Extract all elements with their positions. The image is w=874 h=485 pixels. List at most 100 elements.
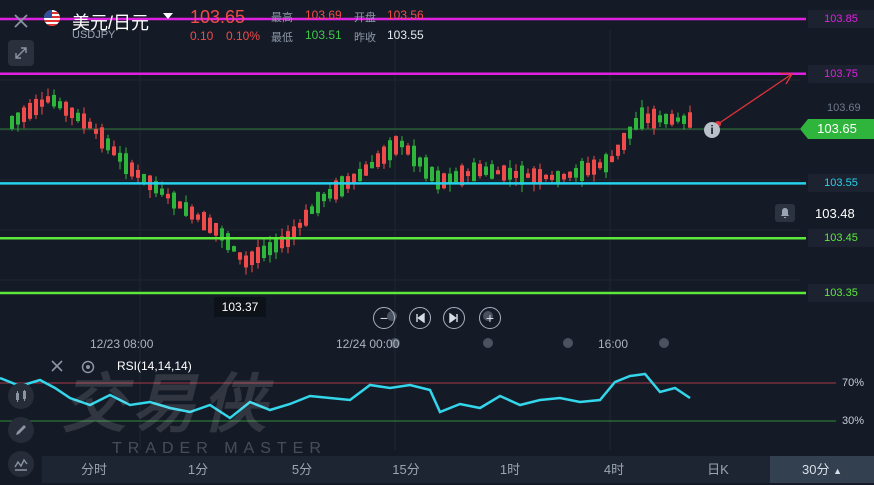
candle (442, 172, 446, 190)
chevron-down-icon[interactable] (163, 13, 173, 19)
candle (250, 250, 254, 273)
level-price-label: 103.45 (808, 229, 874, 248)
candle (436, 166, 440, 194)
candle (598, 158, 602, 170)
candle (76, 108, 80, 123)
level-price-label: 103.35 (808, 284, 874, 302)
candle (682, 113, 686, 130)
skip-back-button[interactable] (409, 307, 431, 329)
rsi-settings-button[interactable] (80, 359, 96, 380)
candle (358, 161, 362, 182)
candle (292, 219, 296, 246)
tab-30min[interactable]: 30分 ▲ (770, 456, 874, 483)
tab-1hour[interactable]: 1时 (458, 456, 562, 483)
candle (364, 161, 368, 176)
candle (256, 239, 260, 269)
event-marker[interactable] (483, 338, 493, 348)
candle (304, 204, 308, 228)
candle (634, 111, 638, 131)
close-icon (51, 360, 63, 372)
tab-1min[interactable]: 1分 (146, 456, 250, 483)
event-marker[interactable] (563, 338, 573, 348)
tab-5min[interactable]: 5分 (250, 456, 354, 483)
tab-daily[interactable]: 日K (666, 456, 770, 483)
candle (238, 252, 242, 265)
close-button[interactable] (8, 8, 34, 34)
rsi-lower-label: 30% (842, 415, 865, 427)
candle (22, 105, 26, 129)
candle (658, 110, 662, 128)
candle (196, 212, 200, 223)
time-axis-label: 12/24 00:00 (336, 337, 400, 351)
candle (280, 228, 284, 253)
candle (430, 166, 434, 185)
candle (178, 200, 182, 209)
event-marker[interactable] (659, 338, 669, 348)
candle (478, 159, 482, 179)
zoom-in-icon: + (485, 310, 495, 326)
candle (424, 154, 428, 182)
tab-4hour[interactable]: 4时 (562, 456, 666, 483)
candlestick-tool-button[interactable] (8, 383, 34, 409)
candle (502, 164, 506, 184)
candle (268, 235, 272, 263)
candle (628, 126, 632, 145)
candle (592, 155, 596, 182)
candle (310, 203, 314, 215)
info-icon[interactable]: i (704, 122, 720, 138)
draw-tool-button[interactable] (8, 417, 34, 443)
level-price-label: 103.85 (808, 10, 874, 28)
indicator-icon (14, 458, 28, 471)
candle (610, 150, 614, 163)
candle (340, 175, 344, 198)
alert-button[interactable] (775, 204, 795, 222)
candle (376, 150, 380, 169)
candle (244, 251, 248, 275)
candle (148, 174, 152, 198)
last-price: 103.65 (190, 7, 246, 27)
skip-forward-icon (449, 313, 458, 323)
close-rsi-button[interactable] (50, 359, 64, 378)
pencil-icon (16, 425, 26, 435)
chevron-up-icon: ▲ (833, 466, 842, 476)
tab-timeshare[interactable]: 分时 (42, 456, 146, 483)
candle (544, 173, 548, 182)
candlestick-icon (16, 390, 26, 402)
candle (670, 109, 674, 127)
candle (472, 158, 476, 182)
trend-arrow[interactable] (717, 73, 793, 125)
candle (40, 92, 44, 115)
candle (526, 168, 530, 179)
candle (334, 177, 338, 203)
candle (166, 188, 170, 204)
candle (382, 144, 386, 169)
close-icon (14, 14, 28, 28)
candle (664, 113, 668, 128)
candle (466, 168, 470, 184)
candle (562, 172, 566, 183)
zoom-out-button[interactable]: − (373, 307, 395, 329)
candle (676, 112, 680, 124)
candle (232, 245, 236, 253)
candlestick-series (10, 88, 692, 275)
candle (448, 167, 452, 192)
candle (328, 184, 332, 202)
candle (556, 170, 560, 188)
zoom-in-button[interactable]: + (479, 307, 501, 329)
candle (484, 162, 488, 177)
low-label: 最低 (271, 32, 293, 44)
high-value: 103.69 (305, 8, 342, 22)
current-price-tag: 103.65 (800, 119, 874, 139)
skip-forward-button[interactable] (443, 307, 465, 329)
tab-30min-label: 30分 (801, 462, 830, 477)
collapse-button[interactable] (8, 40, 34, 66)
candle (388, 137, 392, 168)
candle (604, 152, 608, 179)
level-price-label: 103.75 (808, 64, 874, 83)
candle (688, 105, 692, 129)
indicator-tool-button[interactable] (8, 451, 34, 477)
candle (370, 155, 374, 169)
time-axis-label: 12/23 08:00 (90, 337, 154, 351)
tab-15min[interactable]: 15分 (354, 456, 458, 483)
candle (94, 123, 98, 140)
